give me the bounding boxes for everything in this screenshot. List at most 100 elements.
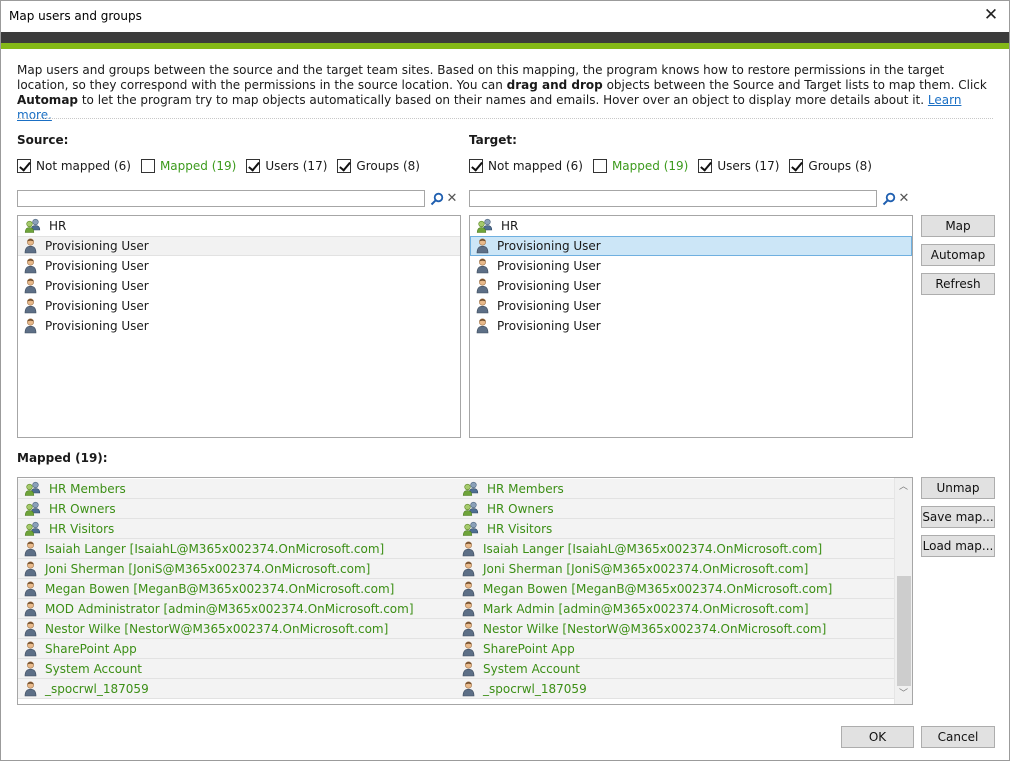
target-list-item[interactable]: Provisioning User [470, 236, 912, 256]
list-item-label: Provisioning User [497, 319, 601, 333]
target-filter-checkbox[interactable]: Groups (8) [789, 159, 872, 173]
mapped-row[interactable]: SharePoint App SharePoint App [18, 639, 894, 659]
source-clear-icon[interactable]: ✕ [446, 192, 458, 206]
mapped-target-cell[interactable]: Joni Sherman [JoniS@M365x002374.OnMicros… [462, 559, 808, 579]
separator [17, 118, 993, 119]
source-list-item[interactable]: Provisioning User [18, 256, 460, 276]
ok-button[interactable]: OK [841, 726, 914, 748]
target-list-item[interactable]: Provisioning User [470, 296, 912, 316]
mapped-row[interactable]: Isaiah Langer [IsaiahL@M365x002374.OnMic… [18, 539, 894, 559]
checkbox-icon[interactable] [469, 159, 483, 173]
source-search-icon[interactable] [430, 192, 444, 206]
load-map-button[interactable]: Load map... [921, 535, 995, 557]
target-search-input[interactable] [469, 190, 877, 207]
target-list-item[interactable]: Provisioning User [470, 276, 912, 296]
filter-label: Groups (8) [356, 159, 420, 173]
mapped-target-cell[interactable]: HR Visitors [462, 519, 552, 539]
mapped-target-cell[interactable]: HR Members [462, 479, 564, 499]
mapped-source-cell[interactable]: Nestor Wilke [NestorW@M365x002374.OnMicr… [24, 619, 388, 639]
user-icon [462, 601, 475, 617]
target-clear-icon[interactable]: ✕ [898, 192, 910, 206]
mapped-target-cell[interactable]: System Account [462, 659, 580, 679]
mapped-row[interactable]: _spocrwl_187059 _spocrwl_187059 [18, 679, 894, 699]
list-item-label: Provisioning User [497, 259, 601, 273]
save-map-button[interactable]: Save map... [921, 506, 995, 528]
source-search-input[interactable] [17, 190, 425, 207]
mapped-source-cell[interactable]: Isaiah Langer [IsaiahL@M365x002374.OnMic… [24, 539, 384, 559]
source-list-item[interactable]: Provisioning User [18, 316, 460, 336]
target-list[interactable]: HR Provisioning User Provisioning User Prov… [469, 215, 913, 438]
mapped-source-cell[interactable]: SharePoint App [24, 639, 137, 659]
source-filter-checkbox[interactable]: Not mapped (6) [17, 159, 131, 173]
mapped-source-cell[interactable]: HR Owners [24, 499, 116, 519]
mapped-source-label: Megan Bowen [MeganB@M365x002374.OnMicros… [45, 582, 395, 596]
mapped-row[interactable]: System Account System Account [18, 659, 894, 679]
mapped-target-cell[interactable]: Mark Admin [admin@M365x002374.OnMicrosof… [462, 599, 809, 619]
unmap-button[interactable]: Unmap [921, 477, 995, 499]
checkbox-icon[interactable] [337, 159, 352, 173]
mapped-source-cell[interactable]: _spocrwl_187059 [24, 679, 149, 699]
mapped-row[interactable]: Nestor Wilke [NestorW@M365x002374.OnMicr… [18, 619, 894, 639]
target-filter-checkbox[interactable]: Users (17) [698, 159, 779, 173]
checkbox-icon[interactable] [592, 159, 607, 173]
target-list-item[interactable]: Provisioning User [470, 316, 912, 336]
mapped-target-cell[interactable]: SharePoint App [462, 639, 575, 659]
mapped-source-cell[interactable]: MOD Administrator [admin@M365x002374.OnM… [24, 599, 414, 619]
filter-label: Groups (8) [808, 159, 872, 173]
mapped-row[interactable]: HR Visitors HR Visitors [18, 519, 894, 539]
source-filter-checkbox[interactable]: Groups (8) [337, 159, 420, 173]
target-filters: Not mapped (6) Mapped (19) Users (17) Group… [469, 157, 882, 175]
filter-label: Mapped (19) [159, 159, 237, 173]
mapped-target-cell[interactable]: Nestor Wilke [NestorW@M365x002374.OnMicr… [462, 619, 826, 639]
mapped-source-cell[interactable]: HR Visitors [24, 519, 114, 539]
refresh-button[interactable]: Refresh [921, 273, 995, 295]
list-item-label: HR [501, 219, 519, 233]
checkbox-icon[interactable] [698, 159, 713, 173]
cancel-button[interactable]: Cancel [921, 726, 995, 748]
source-list-item[interactable]: Provisioning User [18, 296, 460, 316]
source-list-item[interactable]: Provisioning User [18, 236, 460, 256]
target-label: Target: [469, 133, 517, 147]
mapped-row[interactable]: Megan Bowen [MeganB@M365x002374.OnMicros… [18, 579, 894, 599]
source-filter-checkbox[interactable]: Users (17) [246, 159, 327, 173]
filter-label: Users (17) [265, 159, 328, 173]
target-list-item[interactable]: HR [470, 216, 912, 236]
source-label: Source: [17, 133, 69, 147]
mapped-source-cell[interactable]: Joni Sherman [JoniS@M365x002374.OnMicros… [24, 559, 370, 579]
target-filter-checkbox[interactable]: Mapped (19) [592, 159, 689, 173]
user-icon [476, 258, 489, 274]
mapped-row[interactable]: HR Members HR Members [18, 479, 894, 499]
mapped-target-cell[interactable]: _spocrwl_187059 [462, 679, 587, 699]
checkbox-icon[interactable] [246, 159, 261, 173]
mapped-source-cell[interactable]: Megan Bowen [MeganB@M365x002374.OnMicros… [24, 579, 394, 599]
mapped-row[interactable]: HR Owners HR Owners [18, 499, 894, 519]
target-filter-checkbox[interactable]: Not mapped (6) [469, 159, 583, 173]
close-icon[interactable]: ✕ [981, 5, 1001, 25]
scroll-down-icon[interactable]: ﹀ [895, 686, 912, 703]
automap-button[interactable]: Automap [921, 244, 995, 266]
source-list[interactable]: HR Provisioning User Provisioning User Prov… [17, 215, 461, 438]
target-list-item[interactable]: Provisioning User [470, 256, 912, 276]
mapped-scrollbar[interactable]: ︿ ﹀ [894, 478, 912, 704]
scroll-thumb[interactable] [897, 576, 911, 686]
mapped-target-cell[interactable]: HR Owners [462, 499, 554, 519]
mapped-list[interactable]: HR Members HR Members HR Owners HR Owners HR… [17, 477, 913, 705]
scroll-up-icon[interactable]: ︿ [895, 479, 912, 496]
mapped-source-cell[interactable]: HR Members [24, 479, 126, 499]
checkbox-icon[interactable] [789, 159, 804, 173]
mapped-source-label: MOD Administrator [admin@M365x002374.OnM… [45, 602, 414, 616]
mapped-source-cell[interactable]: System Account [24, 659, 142, 679]
mapped-target-cell[interactable]: Megan Bowen [MeganB@M365x002374.OnMicros… [462, 579, 832, 599]
filter-label: Mapped (19) [611, 159, 689, 173]
target-search-icon[interactable] [882, 192, 896, 206]
map-button[interactable]: Map [921, 215, 995, 237]
source-filter-checkbox[interactable]: Mapped (19) [140, 159, 237, 173]
checkbox-icon[interactable] [17, 159, 31, 173]
checkbox-icon[interactable] [140, 159, 155, 173]
mapped-target-cell[interactable]: Isaiah Langer [IsaiahL@M365x002374.OnMic… [462, 539, 822, 559]
mapped-row[interactable]: Joni Sherman [JoniS@M365x002374.OnMicros… [18, 559, 894, 579]
mapped-label: Mapped (19): [17, 451, 108, 465]
source-list-item[interactable]: Provisioning User [18, 276, 460, 296]
source-list-item[interactable]: HR [18, 216, 460, 236]
mapped-row[interactable]: MOD Administrator [admin@M365x002374.OnM… [18, 599, 894, 619]
